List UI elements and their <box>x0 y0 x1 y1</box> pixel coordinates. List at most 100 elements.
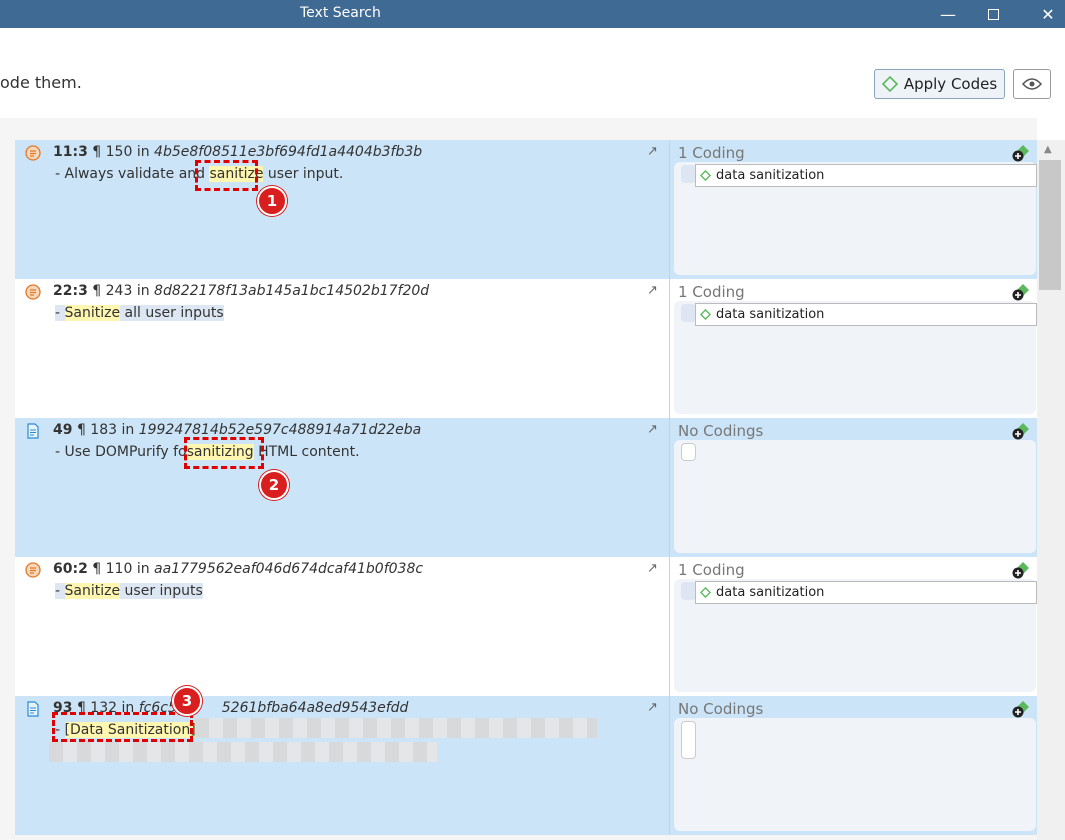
codings-cell: No Codings <box>669 696 1037 835</box>
add-code-icon[interactable] <box>1011 421 1031 441</box>
result-meta: 22:3 ¶ 243 in 8d822178f13ab145a1bc14502b… <box>53 283 429 299</box>
scroll-up-icon[interactable]: ▲ <box>1044 144 1052 155</box>
result-row[interactable]: 49 ¶ 183 in 199247814b52e597c488914a71d2… <box>15 418 1037 557</box>
location: 11:3 <box>53 144 88 160</box>
coding-count: No Codings <box>678 422 764 440</box>
code-diamond-icon <box>700 309 711 320</box>
open-document-icon[interactable]: ↗ <box>647 561 658 576</box>
title-bar: Text Search — ✕ <box>0 0 1065 28</box>
code-checkbox[interactable] <box>681 304 696 322</box>
location: 60:2 <box>53 561 88 577</box>
document-icon <box>27 423 39 439</box>
code-tag[interactable]: data sanitization <box>695 303 1037 326</box>
document-icon <box>27 701 39 717</box>
snippet-pre: - Always validate and <box>55 166 210 182</box>
open-document-icon[interactable]: ↗ <box>647 283 658 298</box>
coding-count: 1 Coding <box>678 144 745 162</box>
snippet-post: user input. <box>263 166 344 182</box>
annotation-box <box>184 437 264 469</box>
result-row[interactable]: 60:2 ¶ 110 in aa1779562eaf046d674dcaf41b… <box>15 557 1037 696</box>
code-panel: data sanitization <box>674 579 1037 692</box>
paragraph: ¶ 243 <box>92 283 133 299</box>
apply-codes-label: Apply Codes <box>903 75 998 93</box>
snippet-pre: - Use DOMPurify fo <box>55 444 187 460</box>
code-checkbox[interactable] <box>681 165 696 183</box>
apply-codes-button[interactable]: Apply Codes <box>874 69 1005 99</box>
result-meta: 49 ¶ 183 in 199247814b52e597c488914a71d2… <box>53 422 421 438</box>
result-snippet: - Sanitize user inputs <box>55 583 203 599</box>
paragraph: ¶ 150 <box>92 144 133 160</box>
open-document-icon[interactable]: ↗ <box>647 422 658 437</box>
result-meta: 11:3 ¶ 150 in 4b5e8f08511e3bf694fd1a4404… <box>53 144 422 160</box>
vertical-scrollbar[interactable]: ▲ <box>1037 140 1065 840</box>
location: 49 <box>53 422 73 438</box>
in-label: in <box>136 283 150 299</box>
snippet-post: user inputs <box>120 583 203 599</box>
code-tag[interactable]: data sanitization <box>695 581 1037 604</box>
document-name: 8d822178f13ab145a1bc14502b17f20d <box>154 283 430 299</box>
result-meta: 60:2 ¶ 110 in aa1779562eaf046d674dcaf41b… <box>53 561 423 577</box>
codings-cell: 1 Coding data sanitization <box>669 557 1037 696</box>
document-name: 4b5e8f08511e3bf694fd1a4404b3fb3b <box>154 144 423 160</box>
close-button[interactable]: ✕ <box>1025 0 1065 28</box>
paragraph: ¶ 110 <box>92 561 133 577</box>
header: ode them. Apply Codes <box>0 28 1065 118</box>
search-hit: Sanitize <box>64 305 121 321</box>
preview-toggle-button[interactable] <box>1013 69 1051 99</box>
result-text-cell[interactable]: 11:3 ¶ 150 in 4b5e8f08511e3bf694fd1a4404… <box>15 140 669 279</box>
code-diamond-icon <box>700 170 711 181</box>
snippet-post: HTML content. <box>253 444 360 460</box>
snippet-pre: - <box>55 583 65 599</box>
search-hit: Sanitize <box>64 583 121 599</box>
text-document-icon <box>25 562 41 578</box>
in-label: in <box>136 144 150 160</box>
add-code-icon[interactable] <box>1011 699 1031 719</box>
scrollbar-thumb[interactable] <box>1039 160 1061 290</box>
open-document-icon[interactable]: ↗ <box>647 144 658 159</box>
code-checkbox[interactable] <box>681 721 696 759</box>
eye-icon <box>1022 78 1042 90</box>
code-panel: data sanitization <box>674 301 1037 414</box>
text-document-icon <box>25 284 41 300</box>
window-title: Text Search <box>300 5 381 21</box>
code-diamond-icon <box>881 76 898 92</box>
code-diamond-icon <box>700 587 711 598</box>
code-checkbox[interactable] <box>681 443 696 461</box>
open-document-icon[interactable]: ↗ <box>647 700 658 715</box>
maximize-icon <box>987 8 999 20</box>
code-tag[interactable]: data sanitization <box>695 164 1037 187</box>
coding-count: No Codings <box>678 700 764 718</box>
code-checkbox[interactable] <box>681 582 696 600</box>
location: 22:3 <box>53 283 88 299</box>
redacted-text <box>49 742 437 762</box>
result-row[interactable]: 11:3 ¶ 150 in 4b5e8f08511e3bf694fd1a4404… <box>15 140 1037 279</box>
document-name: aa1779562eaf046d674dcaf41b0f038c <box>154 561 424 577</box>
code-name: data sanitization <box>716 307 825 322</box>
maximize-button[interactable] <box>970 0 1016 28</box>
snippet-post: all user inputs <box>120 305 224 321</box>
result-row[interactable]: 22:3 ¶ 243 in 8d822178f13ab145a1bc14502b… <box>15 279 1037 418</box>
add-code-icon[interactable] <box>1011 560 1031 580</box>
annotation-badge: 3 <box>172 686 202 716</box>
code-panel <box>674 440 1036 553</box>
instruction-text: ode them. <box>0 73 82 92</box>
result-text-cell[interactable]: 49 ¶ 183 in 199247814b52e597c488914a71d2… <box>15 418 669 557</box>
annotation-badge: 2 <box>259 470 289 500</box>
redacted-text <box>195 718 597 738</box>
add-code-icon[interactable] <box>1011 282 1031 302</box>
result-text-cell[interactable]: 60:2 ¶ 110 in aa1779562eaf046d674dcaf41b… <box>15 557 669 696</box>
code-name: data sanitization <box>716 168 825 183</box>
result-text-cell[interactable]: 22:3 ¶ 243 in 8d822178f13ab145a1bc14502b… <box>15 279 669 418</box>
coding-count: 1 Coding <box>678 283 745 301</box>
add-code-icon[interactable] <box>1011 143 1031 163</box>
result-snippet: - Sanitize all user inputs <box>55 305 224 321</box>
document-name-tail: 5261bfba64a8ed9543efdd <box>221 700 409 716</box>
minimize-button[interactable]: — <box>925 0 971 28</box>
document-name: 199247814b52e597c488914a71d22eba <box>138 422 422 438</box>
in-label: in <box>136 561 150 577</box>
codings-cell: 1 Coding data sanitization <box>669 140 1037 279</box>
annotation-box <box>52 712 193 742</box>
code-name: data sanitization <box>716 585 825 600</box>
in-label: in <box>121 422 135 438</box>
paragraph: ¶ 183 <box>76 422 118 438</box>
